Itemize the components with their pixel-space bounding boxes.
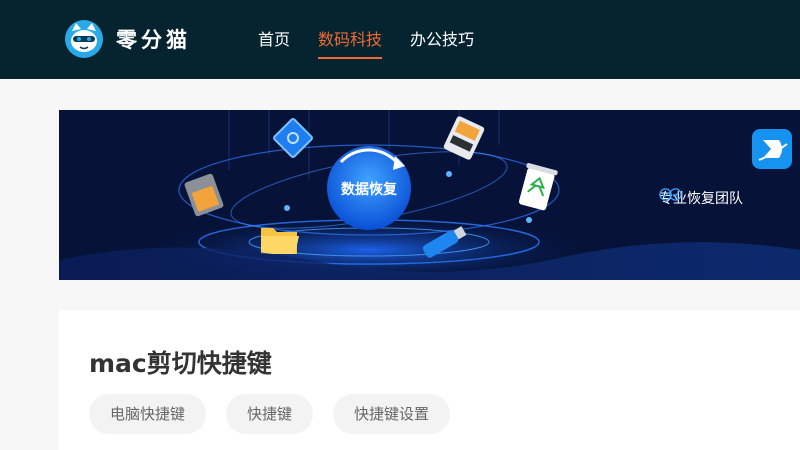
tag-shortcut-settings[interactable]: 快捷键设置 <box>333 394 451 434</box>
article-title: mac剪切快捷键 <box>89 349 272 378</box>
nav-item-home[interactable]: 首页 <box>258 0 290 79</box>
main-nav: 首页 数码科技 办公技巧 <box>258 0 502 79</box>
site-header: 零分猫 首页 数码科技 办公技巧 <box>0 0 800 79</box>
logo-text: 零分猫 <box>116 28 191 52</box>
recovery-circle-label: 数据恢复 <box>341 182 397 198</box>
article-card: mac剪切快捷键 电脑快捷键 快捷键 快捷键设置 <box>59 310 800 450</box>
tag-shortcuts[interactable]: 快捷键 <box>226 394 314 434</box>
tag-computer-shortcuts[interactable]: 电脑快捷键 <box>89 394 207 434</box>
cat-logo-icon <box>65 20 103 58</box>
data-recovery-banner[interactable]: 数据恢复 专业恢复团队 <box>59 110 800 280</box>
tag-list: 电脑快捷键 快捷键 快捷键设置 <box>89 394 470 434</box>
recovery-team-badge: 专业恢复团队 <box>659 188 743 208</box>
check-circle-icon <box>669 188 682 201</box>
site-logo[interactable]: 零分猫 <box>64 19 191 59</box>
nav-item-digital-tech[interactable]: 数码科技 <box>318 0 383 79</box>
nav-item-office-tips[interactable]: 办公技巧 <box>410 0 474 79</box>
